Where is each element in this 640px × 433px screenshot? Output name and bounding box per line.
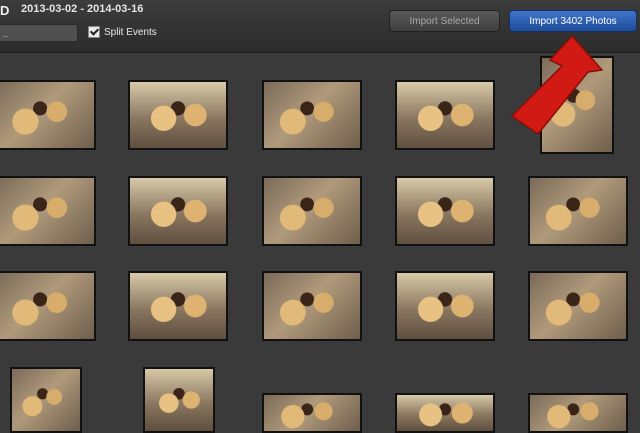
window-title-fragment: D bbox=[0, 3, 10, 18]
photo-thumbnail[interactable] bbox=[128, 271, 228, 341]
photo-thumbnail[interactable] bbox=[143, 367, 215, 433]
import-all-button[interactable]: Import 3402 Photos bbox=[509, 10, 637, 32]
photo-thumbnail[interactable] bbox=[10, 367, 82, 433]
split-events-checkbox[interactable] bbox=[88, 26, 100, 38]
photo-thumbnail[interactable] bbox=[0, 80, 96, 150]
split-events-toggle[interactable]: Split Events bbox=[88, 26, 157, 38]
search-input[interactable]: .. bbox=[0, 24, 78, 42]
import-selected-button[interactable]: Import Selected bbox=[389, 10, 500, 32]
photo-thumbnail[interactable] bbox=[262, 176, 362, 246]
photo-thumbnail[interactable] bbox=[262, 271, 362, 341]
photo-thumbnail[interactable] bbox=[528, 393, 628, 433]
photo-thumbnail[interactable] bbox=[395, 176, 495, 246]
photo-thumbnail[interactable] bbox=[528, 271, 628, 341]
split-events-label: Split Events bbox=[104, 26, 157, 38]
photo-thumbnail[interactable] bbox=[262, 393, 362, 433]
photo-thumbnail[interactable] bbox=[262, 80, 362, 150]
date-range-label: 2013-03-02 - 2014-03-16 bbox=[21, 3, 144, 15]
photo-thumbnail[interactable] bbox=[395, 393, 495, 433]
photo-thumbnail[interactable] bbox=[395, 271, 495, 341]
photo-thumbnail[interactable] bbox=[528, 176, 628, 246]
photo-thumbnail[interactable] bbox=[0, 176, 96, 246]
photo-thumbnail[interactable] bbox=[128, 176, 228, 246]
photo-thumbnail[interactable] bbox=[128, 80, 228, 150]
photo-thumbnail[interactable] bbox=[395, 80, 495, 150]
photo-thumbnail[interactable] bbox=[0, 271, 96, 341]
red-arrow-icon bbox=[510, 34, 604, 136]
